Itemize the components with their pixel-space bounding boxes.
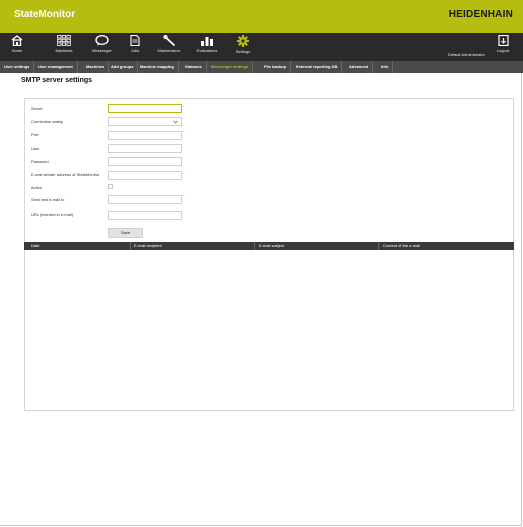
tab-messenger-settings[interactable]: Messenger settings <box>207 61 254 73</box>
brand-bar: StateMonitor HEIDENHAIN <box>0 0 523 33</box>
column-divider <box>130 242 131 250</box>
connection-safety-label: Connection safety <box>31 119 64 124</box>
tab-user-management[interactable]: User management <box>34 61 78 73</box>
column-divider <box>254 242 255 250</box>
tab-external-reporting-db[interactable]: External reporting DB <box>292 61 343 73</box>
gear-icon <box>237 35 249 47</box>
nav-settings[interactable]: Settings <box>232 35 254 54</box>
nav-machines-label: Machines <box>55 48 73 53</box>
smtp-settings-panel <box>24 98 514 411</box>
nav-jobs-label: Jobs <box>130 48 140 53</box>
nav-home-label: Home <box>11 48 23 53</box>
home-icon <box>11 35 23 46</box>
connection-safety-select[interactable] <box>108 117 182 126</box>
nav-jobs[interactable]: Jobs <box>124 35 146 53</box>
server-input[interactable] <box>108 104 182 113</box>
server-label: Server <box>31 106 43 111</box>
sender-required-marker: * <box>183 171 185 176</box>
column-divider <box>378 242 379 250</box>
column-email-subject[interactable]: E-mail subject <box>259 242 284 250</box>
tab-user-settings[interactable]: User settings <box>0 61 35 73</box>
machines-grid-icon <box>57 35 71 46</box>
user-input[interactable] <box>108 144 182 153</box>
nav-machines[interactable]: Machines <box>51 35 77 53</box>
app-title: StateMonitor <box>14 9 76 20</box>
tab-add-groups[interactable]: Add groups <box>107 61 139 73</box>
active-checkbox[interactable] <box>108 184 113 189</box>
nav-messenger[interactable]: Messenger <box>89 35 115 53</box>
tab-statuses[interactable]: Statuses <box>181 61 207 73</box>
sender-address-input[interactable] <box>108 171 182 180</box>
nav-evaluations-label: Evaluations <box>196 48 218 53</box>
password-input[interactable] <box>108 157 182 166</box>
wrench-icon <box>162 35 175 46</box>
jobs-document-icon <box>130 35 140 46</box>
password-label: Password <box>31 159 49 164</box>
tab-machine-mapping[interactable]: Machine mapping <box>136 61 179 73</box>
server-required-marker: * <box>183 104 185 109</box>
nav-evaluations[interactable]: Evaluations <box>193 35 221 53</box>
tab-machines[interactable]: Machines <box>82 61 110 73</box>
sender-address-label: E-mail sender address of StateMonitor <box>31 172 100 177</box>
send-test-required-marker: * <box>183 193 185 198</box>
messenger-bubble-icon <box>95 35 109 46</box>
tab-info[interactable]: Info <box>377 61 394 73</box>
user-label: User <box>31 146 40 151</box>
active-label: Active <box>31 185 42 190</box>
bar-chart-icon <box>201 37 213 46</box>
logout-icon <box>497 35 509 46</box>
port-label: Port <box>31 132 39 137</box>
nav-maintenance[interactable]: Maintenance <box>155 35 183 53</box>
url-input[interactable] <box>108 211 182 220</box>
settings-tabstrip: User settings User management Machines A… <box>0 61 523 73</box>
email-log-table-header: Date E-mail recipient E-mail subject Con… <box>24 242 514 250</box>
port-required-marker: * <box>183 129 185 134</box>
send-test-label: Send test e-mail to <box>31 197 65 202</box>
nav-messenger-label: Messenger <box>92 48 112 53</box>
logout-button[interactable]: Logout <box>491 35 515 53</box>
tab-advanced[interactable]: Advanced <box>345 61 374 73</box>
page-title: SMTP server settings <box>21 77 93 84</box>
save-button[interactable]: Save <box>108 228 143 238</box>
column-email-content[interactable]: Content of the e-mail <box>383 242 420 250</box>
nav-maintenance-label: Maintenance <box>157 48 181 53</box>
current-user: Default Administrator <box>447 52 485 57</box>
brand-logo: HEIDENHAIN <box>448 9 513 20</box>
column-email-recipient[interactable]: E-mail recipient <box>134 242 162 250</box>
main-navbar: Home Machines Messenger Jobs Maintenance… <box>0 33 523 61</box>
logout-label: Logout <box>496 48 510 53</box>
tab-file-backup[interactable]: File backup <box>260 61 292 73</box>
port-input[interactable] <box>108 131 182 140</box>
chevron-down-icon <box>173 120 178 124</box>
nav-home[interactable]: Home <box>5 35 29 53</box>
url-label: URL (inserted in e-mail) <box>31 212 74 217</box>
nav-settings-label: Settings <box>235 49 251 54</box>
send-test-input[interactable] <box>108 195 182 204</box>
column-date[interactable]: Date <box>31 242 39 250</box>
